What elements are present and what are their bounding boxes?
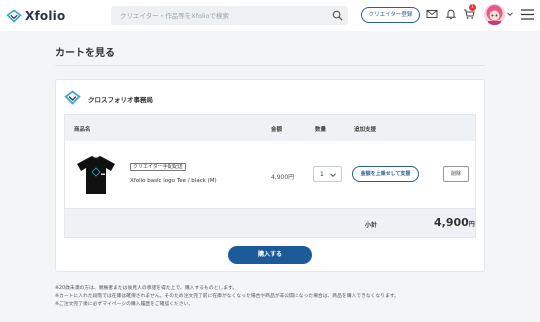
subtotal-unit: 円 [468,221,475,228]
table-header: 商品名 金額 数量 追加支援 [65,115,475,141]
cart-table: 商品名 金額 数量 追加支援 クリエイター手配配送 Xfolio basic l… [64,114,476,238]
note-history: ※ご注文完了後に必ずマイページの購入履歴をご確認ください。 [55,302,194,307]
mail-icon[interactable] [426,8,438,20]
table-row: クリエイター手配配送 Xfolio basic logo Tee / black… [65,141,475,209]
xfolio-logo-icon [6,9,22,23]
notes: ※20歳未満の方は、親権者または後見人の承諾を得た上で、購入するものとします。 … [55,285,399,309]
subtotal-value: 4,900円 [434,216,475,229]
subtotal-row: 小計 4,900円 [65,209,475,237]
product-name[interactable]: Xfolio basic logo Tee / black (M) [130,178,217,184]
chevron-down-icon [330,173,336,178]
delete-button[interactable]: 削除 [443,166,469,182]
shop-logo-icon [64,90,81,105]
column-quantity: 数量 [315,127,327,133]
creator-register-button[interactable]: クリエイター登録 [361,7,420,23]
note-stock: ※カートに入れた段階では在庫は確保されません。そのため注文完了前に在庫がなくなっ… [55,294,399,299]
menu-icon[interactable] [521,9,534,20]
product-thumbnail[interactable] [75,155,117,195]
avatar-image [484,4,505,25]
buy-button[interactable]: 購入する [228,246,312,264]
cart-card: クロスフォリオ事務局 商品名 金額 数量 追加支援 クリエイター手配配送 Xfo… [55,79,485,272]
search-placeholder: クリエイター・作品等をXfolioで検索 [120,12,230,20]
title-divider [55,65,485,66]
note-age: ※20歳未満の方は、親権者または後見人の承諾を得た上で、購入するものとします。 [55,286,238,291]
add-support-button[interactable]: 金額を上乗せして支援 [352,166,419,182]
brand-name: Xfolio [25,9,66,23]
shop-name[interactable]: クロスフォリオ事務局 [88,94,153,104]
top-header: Xfolio クリエイター・作品等をXfolioで検索 クリエイター登録 1 [0,0,540,31]
product-price: 4,900円 [271,174,295,181]
search-icon[interactable] [332,10,343,21]
xfolio-logo[interactable]: Xfolio [6,7,65,25]
chevron-down-icon[interactable] [506,10,514,18]
subtotal-amount: 4,900 [434,216,469,229]
shipping-tag: クリエイター手配配送 [130,163,186,171]
quantity-value: 1 [320,171,324,178]
subtotal-label: 小計 [365,222,378,229]
column-support: 追加支援 [354,127,377,133]
quantity-select[interactable]: 1 [313,166,342,182]
column-price: 金額 [271,127,283,133]
cart-count-badge: 1 [469,4,476,11]
page-title: カートを見る [55,48,115,59]
search-input[interactable]: クリエイター・作品等をXfolioで検索 [111,6,348,25]
user-avatar[interactable] [484,4,505,25]
bell-icon[interactable] [445,8,457,20]
column-product: 商品名 [74,127,91,133]
